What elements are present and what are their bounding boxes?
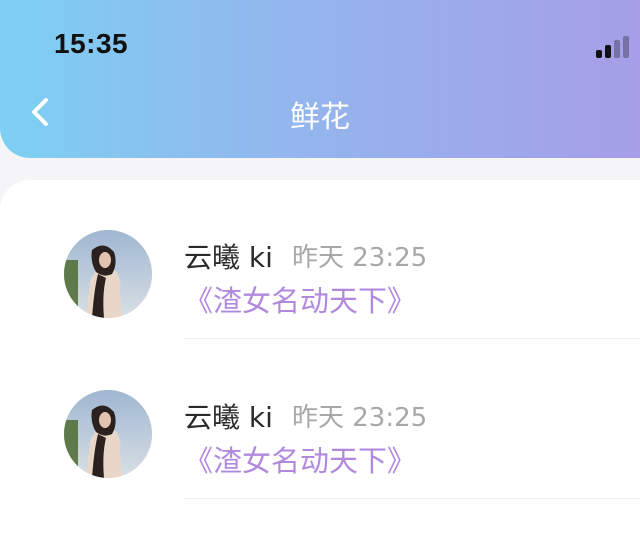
timestamp: 昨天 23:25 bbox=[292, 403, 428, 433]
header-bar: 15:35 鲜花 bbox=[0, 0, 640, 158]
list-item[interactable]: 云曦 ki 昨天 23:25 《渣女名动天下》 bbox=[0, 340, 640, 500]
user-name: 云曦 ki bbox=[184, 241, 273, 274]
gift-list: 云曦 ki 昨天 23:25 《渣女名动天下》 云曦 ki 昨天 23:25 《… bbox=[0, 180, 640, 540]
page-title: 鲜花 bbox=[290, 100, 350, 135]
status-time: 15:35 bbox=[54, 28, 129, 59]
avatar[interactable] bbox=[64, 230, 152, 318]
list-item[interactable]: 云曦 ki 昨天 23:25 《渣女名动天下》 bbox=[0, 180, 640, 340]
avatar-image bbox=[64, 230, 152, 318]
user-name: 云曦 ki bbox=[184, 401, 273, 434]
timestamp: 昨天 23:25 bbox=[292, 243, 428, 273]
signal-bars-icon bbox=[596, 36, 632, 58]
divider bbox=[184, 338, 640, 339]
book-title-link[interactable]: 《渣女名动天下》 bbox=[184, 438, 416, 480]
book-title-link[interactable]: 《渣女名动天下》 bbox=[184, 278, 416, 320]
avatar[interactable] bbox=[64, 390, 152, 478]
avatar-image bbox=[64, 390, 152, 478]
